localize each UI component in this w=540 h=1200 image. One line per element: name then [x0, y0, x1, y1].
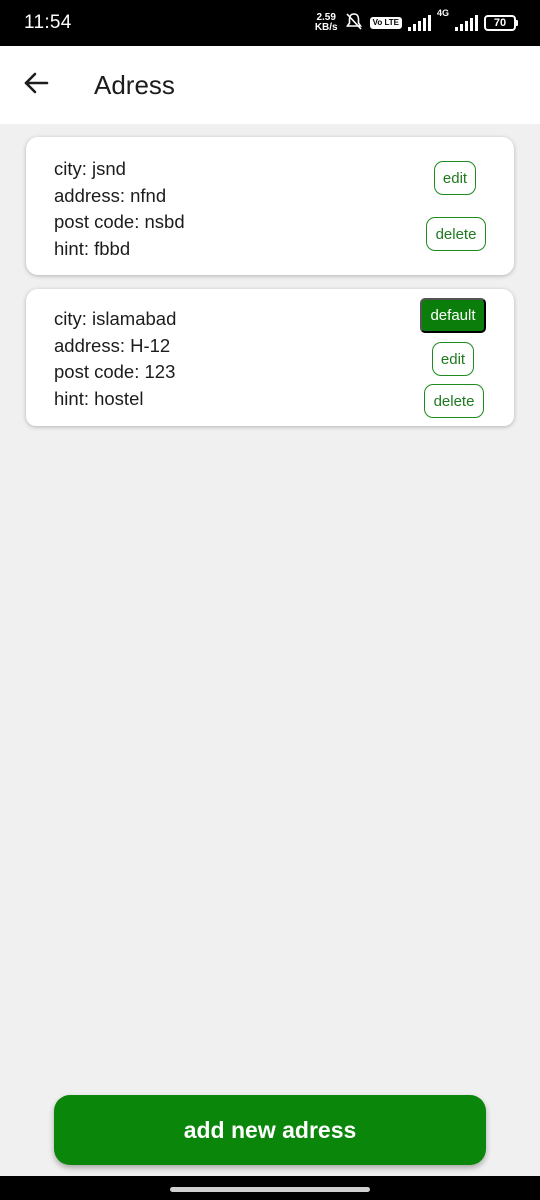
navigation-bar: [0, 1176, 540, 1200]
delete-button[interactable]: delete: [424, 384, 484, 418]
volte-badge: Vo LTE: [369, 17, 402, 29]
battery-level: 70: [484, 15, 516, 31]
default-button[interactable]: default: [420, 298, 486, 333]
network-speed: 2.59 KB/s: [315, 13, 338, 33]
hint-text: hint: fbbd: [54, 237, 131, 259]
address-text: address: H-12: [54, 334, 171, 356]
delete-button[interactable]: delete: [426, 217, 486, 251]
status-bar: 11:54 2.59 KB/s Vo LTE 4G 70: [0, 0, 540, 46]
post-code-text: post code: 123: [54, 361, 176, 382]
address-details: city: jsnd address: nfnd post code: nsbd…: [54, 156, 185, 262]
edit-button[interactable]: edit: [434, 161, 476, 195]
arrow-left-icon: [22, 69, 50, 102]
address-card: city: jsnd address: nfnd post code: nsbd…: [26, 137, 514, 275]
post-code-text: post code: nsbd: [54, 211, 185, 232]
city-text: city: jsnd: [54, 158, 126, 179]
city-text: city: islamabad: [54, 308, 177, 329]
home-gesture-handle[interactable]: [170, 1187, 370, 1192]
signal-1-icon: [407, 15, 431, 31]
status-time: 11:54: [24, 12, 72, 33]
network-speed-unit: KB/s: [314, 22, 338, 33]
page-title: Adress: [94, 69, 175, 100]
edit-button[interactable]: edit: [432, 342, 474, 376]
address-card: city: islamabad address: H-12 post code:…: [26, 289, 514, 426]
status-icons: 2.59 KB/s Vo LTE 4G 70: [315, 7, 518, 36]
signal-2-icon: [455, 15, 478, 31]
hint-text: hint: hostel: [54, 387, 144, 409]
add-address-button[interactable]: add new adress: [54, 1095, 486, 1165]
network-generation: 4G: [436, 7, 449, 18]
address-text: address: nfnd: [54, 184, 167, 206]
app-bar: Adress: [0, 46, 540, 124]
battery-icon: 70: [484, 15, 518, 31]
back-button[interactable]: [0, 46, 72, 124]
address-details: city: islamabad address: H-12 post code:…: [54, 306, 176, 412]
bell-muted-icon: [344, 11, 364, 36]
